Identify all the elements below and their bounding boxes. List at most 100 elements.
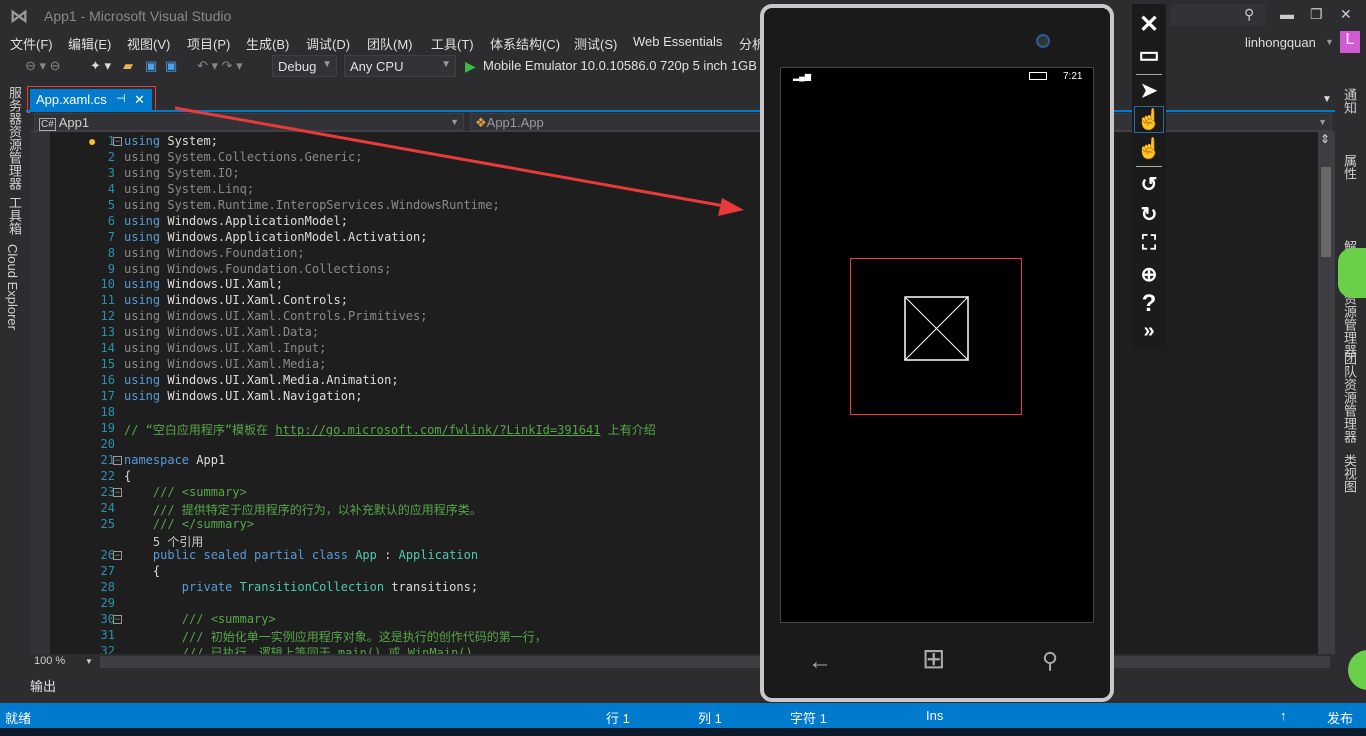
menu-item[interactable]: 视图(V) [127, 34, 170, 53]
open-file-icon[interactable]: ▰ [123, 58, 133, 74]
code-editor[interactable]: ● 1− using System; 2 using System.Collectio… [30, 132, 1318, 654]
restore-button[interactable]: ❐ [1310, 6, 1323, 23]
chevron-down-icon[interactable]: ▼ [85, 657, 93, 666]
line-number: 31 [100, 628, 115, 643]
phone-search-icon[interactable]: ⚲ [1042, 648, 1058, 674]
publish-icon[interactable]: ↑ [1280, 708, 1287, 723]
status-mode: Ins [926, 708, 944, 723]
windows-start-icon[interactable]: ⊞ [922, 642, 945, 675]
code-line: using Windows.UI.Xaml.Navigation; [124, 389, 362, 403]
platform-select[interactable]: Any CPU ▼ [344, 55, 456, 77]
code-token[interactable]: http://go.microsoft.com/fwlink/?LinkId=3… [275, 423, 600, 437]
menu-item[interactable]: 编辑(E) [68, 34, 111, 53]
save-icon[interactable]: ▣ [145, 58, 157, 74]
back-button-icon[interactable]: ← [808, 648, 832, 676]
code-line: namespace App1 [124, 453, 225, 467]
fold-toggle-icon[interactable]: − [113, 137, 122, 146]
scrollbar-thumb[interactable] [1321, 167, 1331, 257]
annotation-highlight-box [27, 86, 156, 113]
right-tab[interactable]: 属性 [1340, 154, 1359, 180]
code-line: /// </summary> [124, 517, 254, 531]
split-icon[interactable]: ⇕ [1320, 132, 1330, 146]
status-char: 字符 1 [790, 711, 827, 726]
code-line: using Windows.UI.Xaml.Media.Animation; [124, 373, 399, 387]
output-panel-tab[interactable]: 输出 [30, 676, 56, 695]
code-token: Windows.ApplicationModel; [167, 213, 348, 228]
single-touch-icon[interactable]: ☝ [1134, 106, 1164, 133]
minimize-button[interactable]: ▬ [1280, 6, 1294, 22]
configuration-select[interactable]: Debug ▼ [272, 55, 337, 77]
run-target-button[interactable]: Mobile Emulator 10.0.10586.0 720p 5 inch… [483, 58, 757, 73]
menu-item[interactable]: 测试(S) [574, 34, 617, 53]
right-tab[interactable]: 团队资源管理器 [1340, 352, 1359, 443]
status-bar: 就绪 行 1 列 1 字符 1 Ins ↑ 发布 [0, 703, 1366, 728]
play-icon[interactable]: ▶ [465, 58, 476, 75]
code-line: // “空白应用程序”模板在 http://go.microsoft.com/f… [124, 421, 656, 438]
pointer-icon[interactable]: ➤ [1132, 78, 1166, 103]
menu-item[interactable]: 体系结构(C) [490, 34, 560, 53]
fold-toggle-icon[interactable]: − [113, 487, 122, 497]
close-window-button[interactable]: ✕ [1340, 6, 1352, 23]
rotate-left-icon[interactable]: ↺ [1132, 172, 1166, 197]
fold-toggle-icon[interactable]: − [113, 455, 122, 465]
menu-item[interactable]: 团队(M) [367, 34, 413, 53]
left-tab[interactable]: 工具箱 [5, 196, 24, 235]
code-line: using Windows.ApplicationModel.Activatio… [124, 230, 427, 244]
code-line: using Windows.UI.Xaml; [124, 277, 283, 291]
menu-item[interactable]: 调试(D) [306, 34, 350, 53]
save-all-icon[interactable]: ▣ [165, 58, 177, 74]
code-line: using System.IO; [124, 166, 240, 180]
code-token: Windows.ApplicationModel.Activation; [167, 229, 428, 244]
menu-item[interactable]: 文件(F) [10, 34, 53, 53]
code-token: /// 提供特定于应用程序的行为，以补充默认的应用程序类。 [124, 502, 482, 517]
mascot-widget-icon[interactable] [1338, 248, 1366, 298]
fold-toggle-icon[interactable]: − [113, 551, 122, 561]
menu-item[interactable]: Web Essentials [633, 34, 722, 49]
code-token: System; [167, 134, 218, 148]
code-token: Windows.UI.Xaml; [167, 277, 283, 292]
code-token: /// <summary> [124, 484, 247, 499]
fold-toggle-icon[interactable]: − [113, 615, 122, 625]
vertical-scrollbar[interactable]: ⇕ [1318, 132, 1335, 654]
new-project-icon[interactable]: ✦ ▾ [90, 58, 111, 74]
rotate-right-icon[interactable]: ↻ [1132, 202, 1166, 227]
menu-item[interactable]: 工具(T) [431, 34, 474, 53]
line-number: 11 [100, 293, 115, 308]
back-icon[interactable]: ⊖ ▾ ⊖ [25, 58, 61, 74]
code-line: /// 已执行，逻辑上等同于 main() 或 WinMain()。 [124, 644, 485, 654]
help-icon[interactable]: ? [1132, 290, 1166, 318]
search-icon[interactable]: ⚲ [1244, 6, 1254, 23]
line-number: 13 [100, 325, 115, 340]
more-tools-icon[interactable]: » [1132, 320, 1166, 343]
taskbar-strip [0, 728, 1366, 736]
code-token: TransitionCollection [239, 580, 385, 595]
emulator-close-icon[interactable]: ✕ [1132, 10, 1166, 39]
line-number: 8 [107, 245, 115, 260]
battery-icon [1029, 72, 1047, 80]
code-token: using [124, 293, 161, 308]
tab-overflow-icon[interactable]: ▼ [1322, 94, 1332, 105]
multi-touch-icon[interactable]: ☝ [1132, 136, 1166, 161]
undo-icon[interactable]: ↶ ▾ ↷ ▾ [197, 58, 243, 74]
menu-item[interactable]: 生成(B) [246, 34, 289, 53]
zoom-icon[interactable]: ⊕ [1132, 262, 1166, 287]
zoom-level[interactable]: 100 % [34, 655, 65, 667]
fit-to-screen-icon[interactable]: ⛶ [1132, 232, 1166, 255]
chevron-down-icon: ▼ [322, 59, 332, 70]
line-number: 4 [107, 181, 115, 196]
right-tab[interactable]: 类视图 [1340, 454, 1359, 493]
project-select[interactable]: C# App1 ▼ [34, 113, 464, 131]
line-number: 22 [100, 468, 115, 483]
line-number: 19 [100, 420, 115, 435]
code-token: /// 已执行，逻辑上等同于 main() 或 WinMain()。 [124, 646, 485, 654]
menu-item[interactable]: 项目(P) [187, 34, 230, 53]
left-tab[interactable]: 服务器资源管理器 [5, 86, 24, 190]
emulator-minimize-icon[interactable]: ▭ [1132, 42, 1166, 68]
code-token: using [124, 229, 161, 244]
horizontal-scrollbar[interactable] [100, 656, 1330, 668]
publish-button[interactable]: 发布 [1327, 708, 1353, 727]
code-line: using Windows.ApplicationModel; [124, 214, 348, 228]
left-tab[interactable]: Cloud Explorer [5, 244, 20, 330]
emulator-screen[interactable]: ▂▄▆ 7:21 [780, 67, 1094, 623]
right-tab[interactable]: 通知 [1340, 88, 1359, 114]
